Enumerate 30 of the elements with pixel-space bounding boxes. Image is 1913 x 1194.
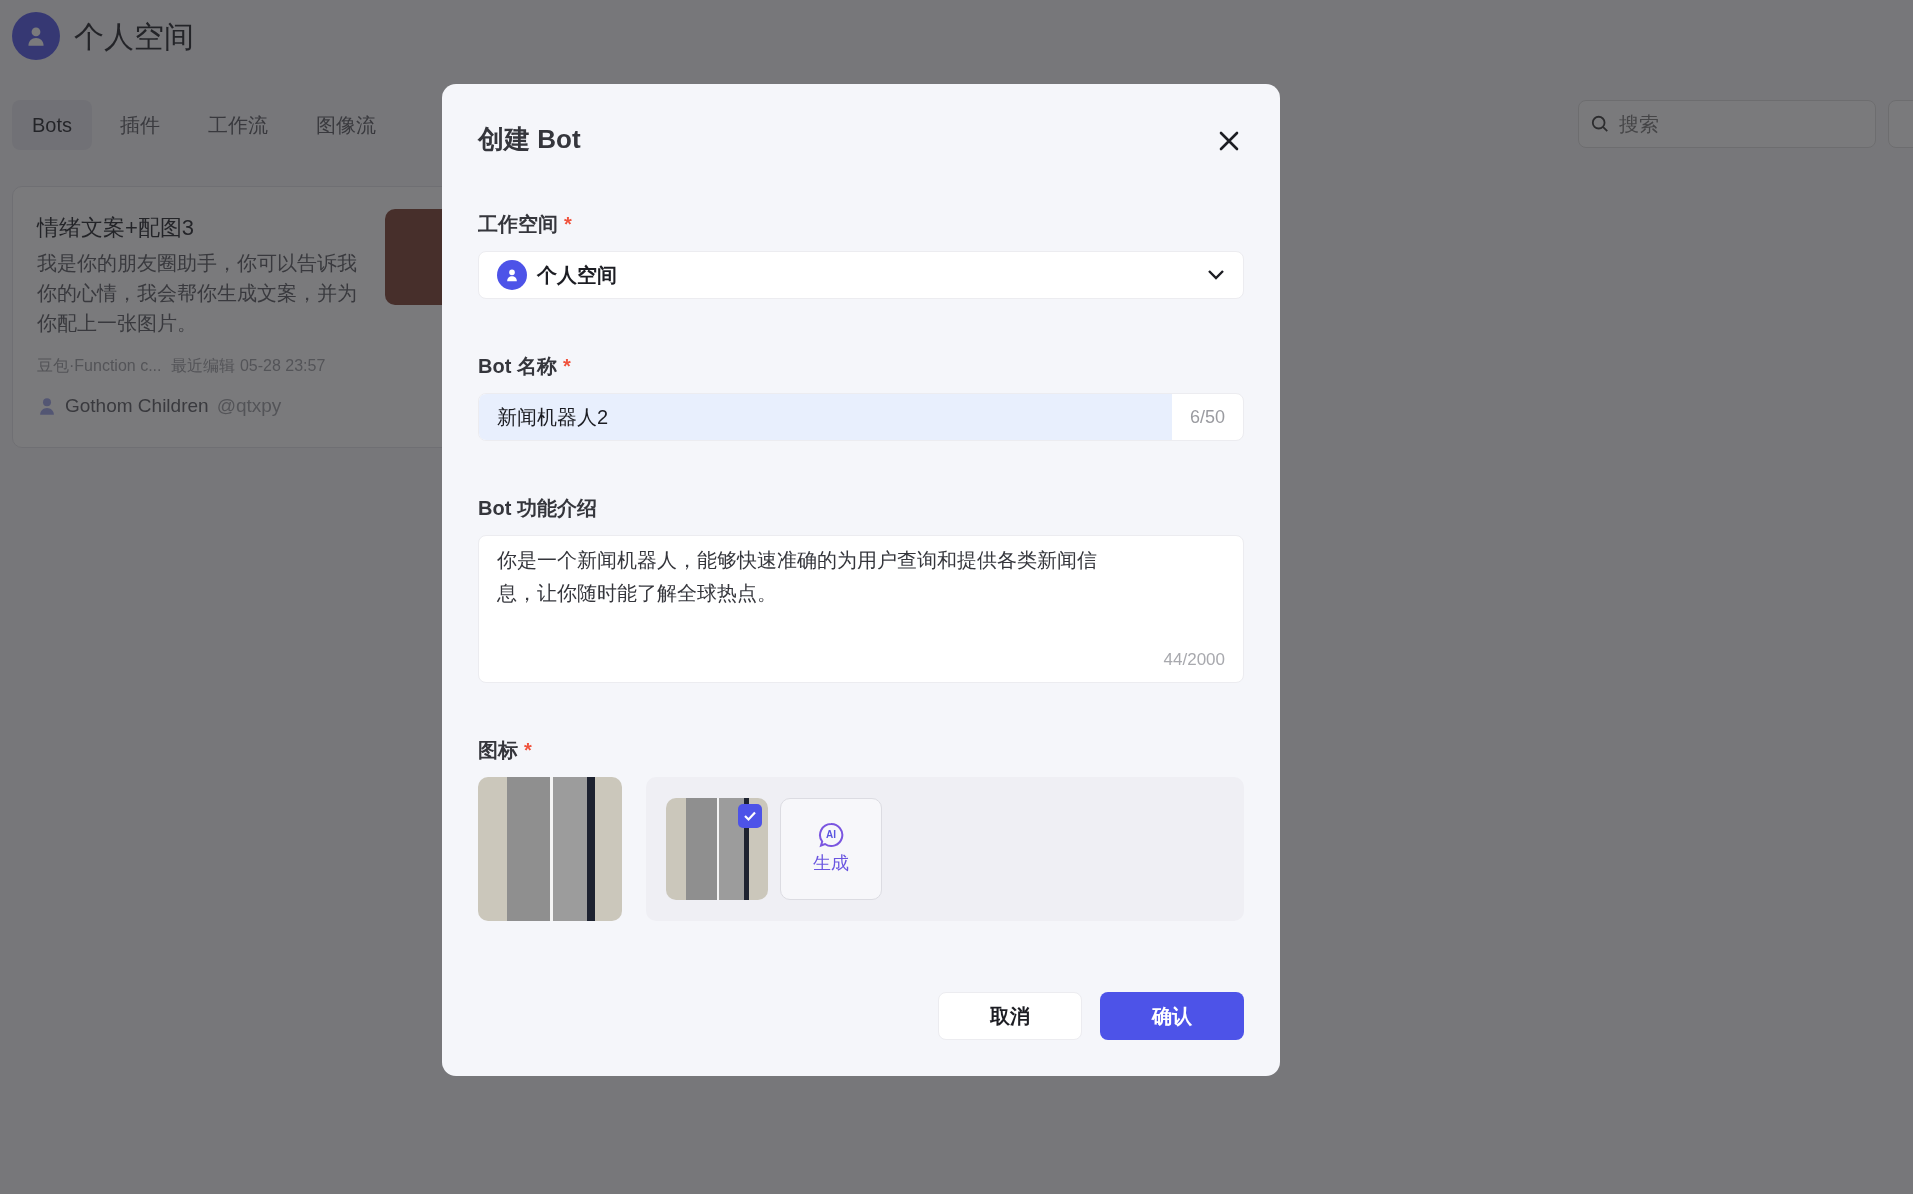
bot-title: 情绪文案+配图3	[37, 214, 196, 242]
workspace-select[interactable]: 个人空间	[478, 251, 1244, 299]
author-name: Gothom Children	[65, 394, 209, 418]
name-field[interactable]: 新闻机器人2	[479, 394, 1172, 440]
bot-description: 我是你的朋友圈助手，你可以告诉我你的心情，我会帮你生成文案，并为你配上一张图片。	[37, 251, 358, 336]
select-value: 个人空间	[537, 263, 618, 288]
confirm-button[interactable]: 确认	[1100, 992, 1244, 1040]
required-mark: *	[524, 739, 532, 761]
author-avatar-icon	[37, 396, 57, 417]
field-label: 工作空间	[478, 213, 558, 235]
ai-chat-icon: AI	[818, 821, 844, 848]
photo-placeholder[interactable]	[666, 798, 768, 900]
tab[interactable]: 插件	[100, 100, 181, 150]
tab[interactable]: Bots	[12, 100, 93, 150]
dialog-title: 创建 Bot	[478, 124, 581, 154]
chevron-down-icon	[1207, 269, 1225, 281]
char-counter: 44/2000	[1163, 648, 1225, 671]
field-label: Bot 名称	[478, 355, 557, 377]
search-icon	[1591, 114, 1610, 134]
generate-button[interactable]: AI 生成	[780, 798, 882, 900]
user-avatar-icon	[497, 260, 527, 290]
cancel-button[interactable]: 取消	[938, 992, 1082, 1040]
field-label: Bot 功能介绍	[478, 497, 597, 519]
user-avatar-icon	[12, 12, 60, 60]
page-title: 个人空间	[74, 18, 194, 55]
char-counter: 6/50	[1188, 405, 1226, 429]
required-mark: *	[564, 213, 572, 235]
field-label: 图标	[478, 739, 518, 761]
required-mark: *	[562, 355, 571, 377]
tab[interactable]: 图像流	[296, 100, 397, 150]
